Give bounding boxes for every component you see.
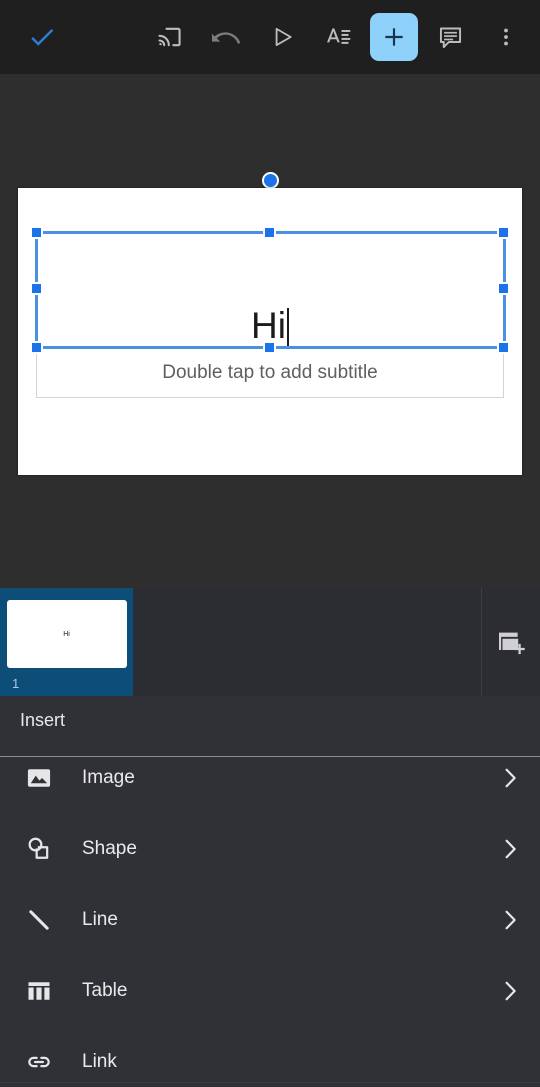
chevron-right-icon	[504, 838, 518, 860]
insert-menu-item-table[interactable]: Table	[0, 955, 540, 1026]
insert-menu-label: Table	[82, 979, 128, 1001]
slide-number: 1	[12, 676, 20, 691]
subtitle-placeholder[interactable]: Double tap to add subtitle	[36, 348, 504, 398]
undo-icon	[212, 23, 240, 51]
insert-sheet: Insert Image Shape Line Table Link	[0, 696, 540, 1087]
slide-thumbnail: Hi	[6, 600, 127, 668]
insert-button[interactable]	[366, 9, 422, 65]
present-button[interactable]	[254, 9, 310, 65]
format-button[interactable]	[310, 9, 366, 65]
image-icon	[22, 761, 56, 795]
insert-menu-label: Shape	[82, 837, 137, 859]
resize-handle-middle-right[interactable]	[497, 282, 510, 295]
insert-sheet-title: Insert	[20, 710, 66, 730]
insert-menu-list: Image Shape Line Table Link	[0, 742, 540, 1087]
resize-handle-bottom-left[interactable]	[30, 341, 43, 354]
resize-handle-bottom-right[interactable]	[497, 341, 510, 354]
insert-menu-item-link[interactable]: Link	[0, 1026, 540, 1087]
insert-menu-item-shape[interactable]: Shape	[0, 813, 540, 884]
link-icon	[22, 1045, 56, 1079]
play-icon	[269, 24, 295, 50]
slide-1[interactable]: Double tap to add subtitle Hi	[18, 188, 522, 475]
cast-icon	[156, 23, 184, 51]
slide-canvas[interactable]: Double tap to add subtitle Hi	[0, 74, 540, 588]
slides-editor-screen: Double tap to add subtitle Hi Hi 1 Inser…	[0, 0, 540, 1087]
rotation-handle[interactable]	[262, 172, 279, 189]
comment-button[interactable]	[422, 9, 478, 65]
filmstrip-slide-1[interactable]: Hi 1	[0, 588, 133, 696]
text-format-icon	[324, 23, 352, 51]
chevron-right-icon	[504, 767, 518, 789]
add-slide-icon	[495, 626, 527, 658]
insert-menu-label: Image	[82, 766, 135, 788]
resize-handle-top-center[interactable]	[263, 226, 276, 239]
line-icon	[22, 903, 56, 937]
more-vertical-icon	[494, 25, 518, 49]
filmstrip-empty-area[interactable]	[133, 588, 481, 696]
insert-menu-label: Link	[82, 1050, 117, 1072]
more-options-button[interactable]	[478, 9, 534, 65]
cast-button[interactable]	[142, 9, 198, 65]
chevron-right-icon	[504, 909, 518, 931]
thumbnail-title-text: Hi	[63, 630, 70, 638]
top-toolbar	[0, 0, 540, 74]
accept-check-button[interactable]	[14, 9, 70, 65]
undo-button[interactable]	[198, 9, 254, 65]
add-slide-button[interactable]	[482, 588, 540, 696]
insert-menu-item-line[interactable]: Line	[0, 884, 540, 955]
plus-icon	[370, 13, 418, 61]
text-caret	[286, 308, 289, 346]
table-icon	[22, 974, 56, 1008]
chevron-right-icon	[504, 980, 518, 1002]
title-placeholder[interactable]: Hi	[36, 232, 504, 348]
check-icon	[27, 22, 57, 52]
insert-menu-label: Line	[82, 908, 118, 930]
resize-handle-middle-left[interactable]	[30, 282, 43, 295]
insert-menu-item-image[interactable]: Image	[0, 742, 540, 813]
slide-filmstrip: Hi 1	[0, 588, 540, 696]
resize-handle-top-right[interactable]	[497, 226, 510, 239]
shape-icon	[22, 832, 56, 866]
sheet-bottom-divider	[0, 1082, 540, 1083]
resize-handle-top-left[interactable]	[30, 226, 43, 239]
subtitle-placeholder-text: Double tap to add subtitle	[162, 362, 378, 383]
resize-handle-bottom-center[interactable]	[263, 341, 276, 354]
comment-icon	[437, 24, 464, 51]
